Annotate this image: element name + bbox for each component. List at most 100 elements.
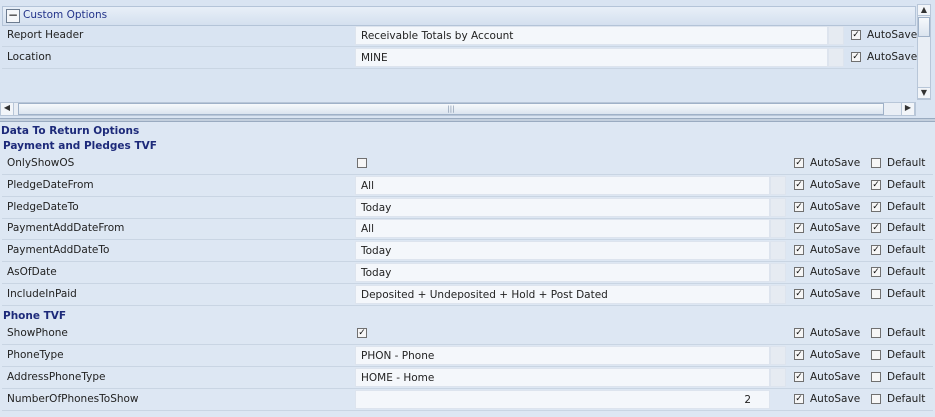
asofdate-autosave-checkbox[interactable]: ✓ <box>794 267 804 277</box>
paymentadddateto-default-checkbox[interactable]: ✓ <box>871 245 881 255</box>
asofdate-default-checkbox[interactable]: ✓ <box>871 267 881 277</box>
group-title-phone: Phone TVF <box>3 310 67 322</box>
paymentadddateto-value[interactable]: Today <box>355 241 770 260</box>
pledgedateto-value[interactable]: Today <box>355 198 770 217</box>
pledgedatefrom-default-label: Default <box>887 179 926 191</box>
pledgedatefrom-dropdown[interactable] <box>770 176 786 195</box>
phonetype-autosave-checkbox[interactable]: ✓ <box>794 350 804 360</box>
pledgedateto-dropdown[interactable] <box>770 198 786 217</box>
location-autosave-label: AutoSave <box>867 51 918 63</box>
addressphonetype-autosave-checkbox[interactable]: ✓ <box>794 372 804 382</box>
report-header-label: Report Header <box>7 29 84 41</box>
includeinpaid-autosave-checkbox[interactable]: ✓ <box>794 289 804 299</box>
asofdate-autosave-label: AutoSave <box>810 266 861 278</box>
addressphonetype-default-label: Default <box>887 371 926 383</box>
row-divider <box>2 366 933 367</box>
includeinpaid-autosave-label: AutoSave <box>810 288 861 300</box>
phonetype-default-label: Default <box>887 349 926 361</box>
phonetype-value[interactable]: PHON - Phone <box>355 346 770 365</box>
location-autosave-checkbox[interactable]: ✓ <box>851 52 861 62</box>
paymentadddateto-autosave-label: AutoSave <box>810 244 861 256</box>
addressphonetype-autosave-label: AutoSave <box>810 371 861 383</box>
pledgedateto-autosave-checkbox[interactable]: ✓ <box>794 202 804 212</box>
paymentadddatefrom-default-label: Default <box>887 222 926 234</box>
row-divider <box>2 239 933 240</box>
group-title-payment-pledges: Payment and Pledges TVF <box>3 140 157 152</box>
phonetype-default-checkbox[interactable] <box>871 350 881 360</box>
pledgedateto-default-checkbox[interactable]: ✓ <box>871 202 881 212</box>
includeinpaid-default-checkbox[interactable] <box>871 289 881 299</box>
row-divider <box>2 261 933 262</box>
collapse-toggle-icon[interactable]: − <box>6 9 20 23</box>
data-to-return-panel: Data To Return Options Payment and Pledg… <box>0 122 935 417</box>
asofdate-value[interactable]: Today <box>355 263 770 282</box>
paymentadddateto-default-label: Default <box>887 244 926 256</box>
addressphonetype-default-checkbox[interactable] <box>871 372 881 382</box>
includeinpaid-dropdown[interactable] <box>770 285 786 304</box>
phonetype-autosave-label: AutoSave <box>810 349 861 361</box>
onlyshowos-default-checkbox[interactable] <box>871 158 881 168</box>
location-value[interactable]: MINE <box>355 48 828 67</box>
paymentadddatefrom-default-checkbox[interactable]: ✓ <box>871 223 881 233</box>
paymentadddatefrom-value[interactable]: All <box>355 219 770 238</box>
scroll-up-icon[interactable]: ▲ <box>917 4 931 16</box>
row-divider <box>2 196 933 197</box>
data-to-return-title: Data To Return Options <box>1 125 140 137</box>
showphone-autosave-label: AutoSave <box>810 327 861 339</box>
pledgedateto-default-label: Default <box>887 201 926 213</box>
location-label: Location <box>7 51 52 63</box>
pledgedatefrom-autosave-checkbox[interactable]: ✓ <box>794 180 804 190</box>
addressphonetype-value[interactable]: HOME - Home <box>355 368 770 387</box>
row-divider <box>2 68 914 69</box>
paymentadddateto-dropdown[interactable] <box>770 241 786 260</box>
showphone-checkbox[interactable]: ✓ <box>357 328 367 338</box>
addressphonetype-dropdown[interactable] <box>770 368 786 387</box>
paymentadddateto-label: PaymentAddDateTo <box>7 244 110 256</box>
showphone-default-checkbox[interactable] <box>871 328 881 338</box>
pledgedatefrom-default-checkbox[interactable]: ✓ <box>871 180 881 190</box>
phonetype-dropdown[interactable] <box>770 346 786 365</box>
report-header-autosave-label: AutoSave <box>867 29 918 41</box>
scroll-left-icon[interactable]: ◀ <box>0 102 14 116</box>
phonetype-label: PhoneType <box>7 349 64 361</box>
row-divider <box>2 174 933 175</box>
paymentadddatefrom-autosave-label: AutoSave <box>810 222 861 234</box>
paymentadddatefrom-autosave-checkbox[interactable]: ✓ <box>794 223 804 233</box>
onlyshowos-default-label: Default <box>887 157 926 169</box>
vertical-scroll-thumb[interactable] <box>918 17 930 37</box>
report-header-dropdown[interactable] <box>828 26 844 45</box>
pledgedateto-label: PledgeDateTo <box>7 201 79 213</box>
pledgedateto-autosave-label: AutoSave <box>810 201 861 213</box>
showphone-label: ShowPhone <box>7 327 68 339</box>
addressphonetype-label: AddressPhoneType <box>7 371 106 383</box>
numberofphonestoshow-default-label: Default <box>887 393 926 405</box>
includeinpaid-value[interactable]: Deposited + Undeposited + Hold + Post Da… <box>355 285 770 304</box>
report-header-value[interactable]: Receivable Totals by Account <box>355 26 828 45</box>
includeinpaid-label: IncludeInPaid <box>7 288 77 300</box>
scroll-right-icon[interactable]: ▶ <box>901 102 915 116</box>
showphone-default-label: Default <box>887 327 926 339</box>
location-dropdown[interactable] <box>828 48 844 67</box>
showphone-autosave-checkbox[interactable]: ✓ <box>794 328 804 338</box>
onlyshowos-autosave-checkbox[interactable]: ✓ <box>794 158 804 168</box>
custom-options-header[interactable]: − Custom Options <box>2 6 916 26</box>
scroll-down-icon[interactable]: ▼ <box>917 87 931 99</box>
report-header-autosave-checkbox[interactable]: ✓ <box>851 30 861 40</box>
onlyshowos-autosave-label: AutoSave <box>810 157 861 169</box>
paymentadddateto-autosave-checkbox[interactable]: ✓ <box>794 245 804 255</box>
paymentadddatefrom-dropdown[interactable] <box>770 219 786 238</box>
numberofphonestoshow-autosave-checkbox[interactable]: ✓ <box>794 394 804 404</box>
horizontal-scroll-thumb[interactable]: ||| <box>18 103 884 115</box>
onlyshowos-label: OnlyShowOS <box>7 157 75 169</box>
pledgedatefrom-autosave-label: AutoSave <box>810 179 861 191</box>
pledgedatefrom-value[interactable]: All <box>355 176 770 195</box>
numberofphonestoshow-default-checkbox[interactable] <box>871 394 881 404</box>
asofdate-label: AsOfDate <box>7 266 57 278</box>
row-divider <box>2 344 933 345</box>
onlyshowos-checkbox[interactable] <box>357 158 367 168</box>
asofdate-dropdown[interactable] <box>770 263 786 282</box>
numberofphonestoshow-autosave-label: AutoSave <box>810 393 861 405</box>
row-divider <box>2 410 933 411</box>
numberofphonestoshow-label: NumberOfPhonesToShow <box>7 393 139 405</box>
numberofphonestoshow-value[interactable]: 2 <box>355 390 770 409</box>
